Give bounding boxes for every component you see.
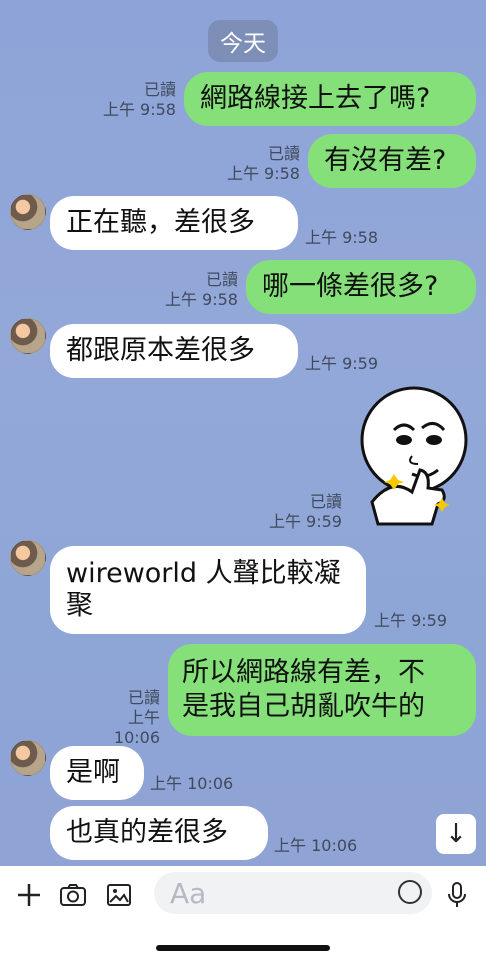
bottom-bar: Aa (0, 866, 486, 960)
message-time: 上午 9:59 (305, 354, 379, 373)
microphone-icon[interactable] (440, 878, 474, 912)
message-meta: 已讀 上午 10:06 (78, 688, 160, 748)
message-text: 聚 (66, 590, 93, 621)
plus-icon[interactable] (12, 878, 46, 912)
message-time: 上午 9:59 (374, 611, 448, 630)
message-meta: 已讀 上午 9:58 (224, 144, 300, 184)
message-meta: 已讀 上午 9:58 (162, 270, 238, 310)
message-bubble[interactable]: 是啊 (50, 746, 144, 800)
message-text: 正在聽，差很多 (66, 207, 255, 238)
avatar[interactable] (10, 740, 46, 776)
message-bubble[interactable]: 哪一條差很多? (246, 260, 476, 314)
read-receipt: 已讀 (205, 270, 238, 289)
message-bubble[interactable]: 都跟原本差很多 (50, 324, 298, 378)
message-time: 上午 9:58 (305, 228, 379, 247)
emoji-icon[interactable] (398, 880, 422, 904)
message-time: 上午 9:59 (268, 512, 342, 531)
message-time: 上午 9:58 (164, 290, 238, 309)
message-bubble[interactable]: 也真的差很多 (50, 806, 268, 860)
read-receipt: 已讀 (143, 80, 176, 99)
message-time: 上午 10:06 (113, 708, 160, 747)
avatar[interactable] (10, 194, 46, 230)
message-text: 所以網路線有差，不 (182, 657, 425, 688)
chat-area[interactable]: 今天 已讀 上午 9:58 網路線接上去了嗎? 已讀 上午 9:58 有沒有差?… (0, 0, 486, 866)
message-text: 是我自己胡亂吹牛的 (182, 691, 425, 722)
scroll-to-bottom-button[interactable]: ↓ (436, 814, 476, 854)
avatar[interactable] (10, 318, 46, 354)
arrow-down-icon: ↓ (445, 819, 467, 849)
message-text: 也真的差很多 (66, 817, 228, 848)
input-placeholder: Aa (170, 877, 207, 910)
message-bubble[interactable]: wireworld 人聲比較凝 聚 (50, 546, 366, 634)
message-text: 都跟原本差很多 (66, 335, 255, 366)
message-input[interactable]: Aa (154, 872, 432, 914)
message-meta: 已讀 上午 9:58 (100, 80, 176, 120)
message-text: 哪一條差很多? (262, 271, 439, 302)
home-indicator (156, 945, 330, 951)
message-time: 上午 10:06 (150, 774, 234, 793)
avatar[interactable] (10, 540, 46, 576)
message-text: 網路線接上去了嗎? (200, 83, 431, 114)
thinking-face-sticker[interactable] (352, 382, 476, 534)
read-receipt: 已讀 (127, 688, 160, 707)
read-receipt: 已讀 (267, 144, 300, 163)
message-bubble[interactable]: 所以網路線有差，不 是我自己胡亂吹牛的 (168, 644, 476, 736)
message-time: 上午 9:58 (226, 164, 300, 183)
image-icon[interactable] (102, 878, 136, 912)
message-meta: 已讀 上午 9:59 (262, 492, 342, 532)
message-bubble[interactable]: 有沒有差? (308, 134, 476, 188)
date-divider: 今天 (208, 20, 278, 62)
message-text: 是啊 (66, 757, 120, 788)
camera-icon[interactable] (56, 878, 90, 912)
read-receipt: 已讀 (309, 492, 342, 511)
message-time: 上午 9:58 (102, 100, 176, 119)
message-time: 上午 10:06 (274, 836, 358, 855)
message-bubble[interactable]: 正在聽，差很多 (50, 196, 298, 250)
message-text: 有沒有差? (324, 145, 447, 176)
message-text: wireworld 人聲比較凝 (66, 558, 341, 589)
message-bubble[interactable]: 網路線接上去了嗎? (184, 72, 476, 126)
